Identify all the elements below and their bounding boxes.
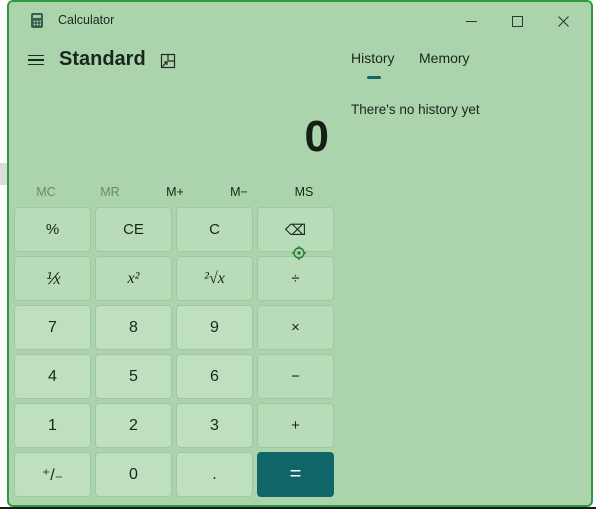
close-button[interactable] [541,8,585,34]
memory-clear-button[interactable]: MC [14,182,78,202]
navigation-menu-button[interactable] [24,48,48,72]
maximize-icon [511,15,523,27]
keypad: % CE C ⌫ ⅟x x² ²√x ÷ 7 8 9 × 4 5 6 − 1 2… [14,207,336,501]
square-button[interactable]: x² [95,256,172,301]
memory-store-button[interactable]: MS [272,182,336,202]
close-icon [557,15,569,27]
add-button[interactable]: + [257,403,334,448]
mode-title: Standard [59,48,146,70]
result-display: 0 [304,112,329,161]
memory-row: MC MR M+ M− MS [14,182,334,204]
clear-entry-button[interactable]: CE [95,207,172,252]
digit-2-button[interactable]: 2 [95,403,172,448]
negate-button[interactable]: ⁺/₋ [14,452,91,497]
calculator-window: Calculator Standard 0 MC MR M+ M− MS % C… [7,0,593,507]
screen-bottom-edge [0,507,596,515]
subtract-button[interactable]: − [257,354,334,399]
calculator-app-icon [31,13,43,28]
tab-history[interactable]: History [351,50,395,66]
minimize-icon [465,20,477,22]
digit-8-button[interactable]: 8 [95,305,172,350]
maximize-button[interactable] [495,8,539,34]
equals-button[interactable]: = [257,452,334,497]
digit-4-button[interactable]: 4 [14,354,91,399]
title-bar: Calculator [9,2,591,40]
square-root-button[interactable]: ²√x [176,256,253,301]
decimal-button[interactable]: . [176,452,253,497]
keep-on-top-icon [160,53,176,69]
memory-subtract-button[interactable]: M− [207,182,271,202]
digit-3-button[interactable]: 3 [176,403,253,448]
memory-add-button[interactable]: M+ [143,182,207,202]
crosshair-target-icon [292,246,306,260]
active-tab-indicator [367,76,381,79]
tab-memory[interactable]: Memory [419,50,470,66]
window-title: Calculator [58,13,115,27]
multiply-button[interactable]: × [257,305,334,350]
digit-0-button[interactable]: 0 [95,452,172,497]
history-empty-message: There's no history yet [351,102,480,117]
reciprocal-button[interactable]: ⅟x [14,256,91,301]
digit-7-button[interactable]: 7 [14,305,91,350]
digit-5-button[interactable]: 5 [95,354,172,399]
clear-button[interactable]: C [176,207,253,252]
keep-on-top-button[interactable] [159,52,177,70]
hamburger-icon [28,54,44,57]
minimize-button[interactable] [449,8,493,34]
divide-button[interactable]: ÷ [257,256,334,301]
digit-9-button[interactable]: 9 [176,305,253,350]
percent-button[interactable]: % [14,207,91,252]
memory-recall-button[interactable]: MR [78,182,142,202]
digit-1-button[interactable]: 1 [14,403,91,448]
digit-6-button[interactable]: 6 [176,354,253,399]
